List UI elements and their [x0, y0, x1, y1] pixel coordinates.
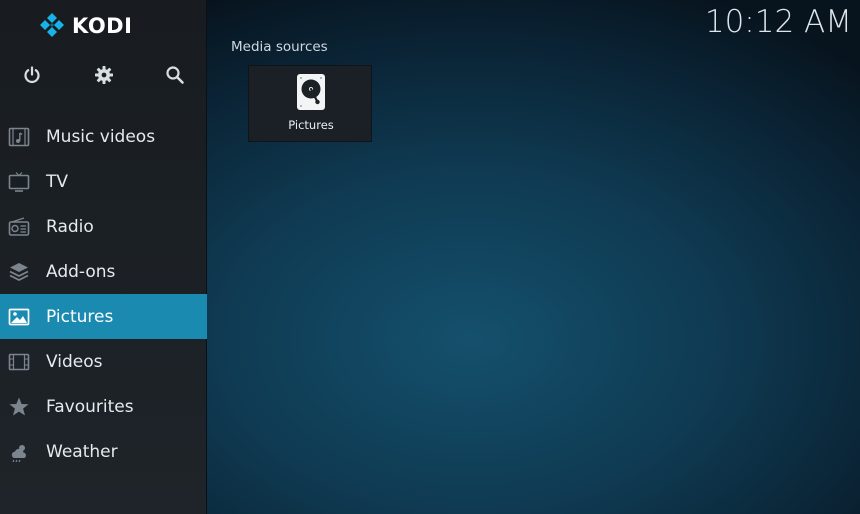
menu-label: Pictures	[46, 306, 114, 327]
menu-item-music-videos[interactable]: Music videos	[0, 114, 207, 159]
menu-label: Radio	[46, 216, 94, 237]
power-button[interactable]	[19, 62, 45, 88]
media-source-tile[interactable]: Pictures	[248, 65, 372, 142]
menu-item-favourites[interactable]: Favourites	[0, 384, 207, 429]
music-video-icon	[7, 125, 31, 149]
section-title: Media sources	[231, 39, 328, 55]
weather-icon	[7, 440, 31, 464]
menu-item-addons[interactable]: Add-ons	[0, 249, 207, 294]
menu-label: Add-ons	[46, 261, 116, 282]
search-button[interactable]	[162, 62, 188, 88]
menu-label: TV	[46, 171, 69, 192]
tv-icon	[7, 170, 31, 194]
kodi-logo-icon	[40, 13, 64, 37]
sidebar: KODI Music videos TV Radio Add-ons Pictu…	[0, 0, 207, 514]
menu-label: Music videos	[46, 126, 156, 147]
hard-drive-icon	[296, 73, 326, 111]
clock: 10:12 AM	[704, 4, 852, 40]
addons-icon	[7, 260, 31, 284]
settings-button[interactable]	[91, 62, 117, 88]
star-icon	[7, 395, 31, 419]
gear-icon	[95, 66, 113, 84]
main-menu: Music videos TV Radio Add-ons Pictures V…	[0, 114, 207, 474]
media-source-label: Pictures	[288, 118, 334, 132]
pictures-icon	[7, 305, 31, 329]
menu-item-videos[interactable]: Videos	[0, 339, 207, 384]
radio-icon	[7, 215, 31, 239]
power-icon	[24, 66, 40, 84]
menu-item-weather[interactable]: Weather	[0, 429, 207, 474]
menu-label: Weather	[46, 441, 118, 462]
app-name: KODI	[72, 14, 133, 38]
menu-label: Favourites	[46, 396, 134, 417]
menu-item-pictures[interactable]: Pictures	[0, 294, 207, 339]
menu-label: Videos	[46, 351, 103, 372]
menu-item-radio[interactable]: Radio	[0, 204, 207, 249]
search-icon	[166, 66, 184, 84]
menu-item-tv[interactable]: TV	[0, 159, 207, 204]
kodi-logo[interactable]: KODI	[38, 12, 132, 40]
film-icon	[7, 350, 31, 374]
